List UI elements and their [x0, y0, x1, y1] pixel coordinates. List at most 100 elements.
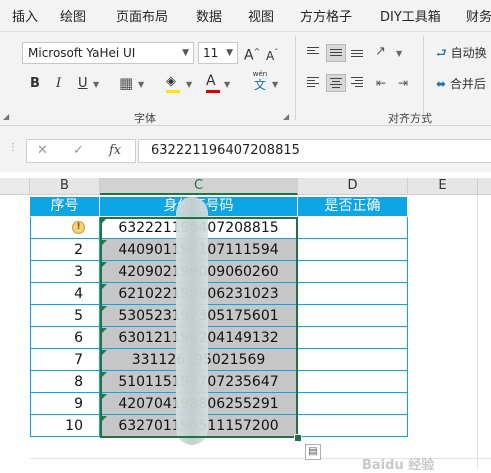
align-right-button[interactable] [348, 74, 368, 92]
cell-check[interactable] [298, 349, 408, 371]
align-middle-button[interactable] [326, 44, 346, 62]
select-all-corner[interactable] [0, 178, 30, 195]
wrap-text-label: 自动换 [450, 46, 487, 60]
cell-check[interactable] [298, 239, 408, 261]
cell-check[interactable] [298, 217, 408, 239]
cell-check[interactable] [298, 305, 408, 327]
chevron-down-icon[interactable]: ▼ [396, 46, 402, 62]
cell-no[interactable]: 6 [30, 327, 100, 349]
align-bottom-button[interactable] [348, 44, 368, 62]
phonetic-bottom: 文 [253, 78, 266, 92]
align-left-button[interactable] [304, 74, 324, 92]
column-header-c[interactable]: C [100, 178, 298, 195]
cell-no[interactable]: 2 [30, 239, 100, 261]
error-indicator-icon [101, 416, 107, 422]
column-header-f[interactable] [478, 178, 491, 195]
cell-no[interactable]: 8 [30, 371, 100, 393]
error-warning-icon[interactable]: ! [72, 221, 85, 234]
error-indicator-icon [101, 262, 107, 268]
menu-data[interactable]: 数据 [196, 6, 222, 25]
cell-check[interactable] [298, 415, 408, 437]
merge-center-button[interactable]: ⬌ 合并后 [436, 76, 486, 92]
chevron-down-icon[interactable]: ▼ [186, 77, 192, 93]
divider [423, 36, 424, 120]
cell-check[interactable] [298, 327, 408, 349]
cell-no[interactable]: 4 [30, 283, 100, 305]
chevron-down-icon[interactable]: ▼ [93, 77, 99, 93]
enter-button[interactable]: ✓ [73, 143, 84, 158]
cell-no[interactable]: 5 [30, 305, 100, 327]
merge-center-icon: ⬌ [436, 77, 447, 91]
column-header-e[interactable]: E [408, 178, 478, 195]
cell-no[interactable]: 3 [30, 261, 100, 283]
error-indicator-icon [101, 218, 107, 224]
insert-function-button[interactable]: fx [109, 143, 121, 158]
font-name-select[interactable]: Microsoft YaHei UI ▼ [22, 42, 194, 64]
error-indicator-icon [101, 350, 107, 356]
error-indicator-icon [101, 394, 107, 400]
orientation-icon[interactable]: ↗ [375, 44, 386, 60]
menu-view[interactable]: 视图 [248, 6, 274, 25]
chevron-down-icon[interactable]: ▼ [138, 77, 144, 93]
column-header-d[interactable]: D [298, 178, 408, 195]
align-center-button[interactable] [326, 74, 346, 92]
cell-no[interactable]: 7 [30, 349, 100, 371]
align-middle-icon [330, 49, 342, 58]
cell-check[interactable] [298, 393, 408, 415]
increase-indent-icon[interactable]: ⇥ [398, 75, 408, 91]
chevron-down-icon[interactable]: ▼ [224, 77, 230, 93]
column-header-b[interactable]: B [30, 178, 100, 195]
align-center-icon [330, 78, 342, 90]
underline-button[interactable]: U [78, 76, 88, 92]
ribbon: Microsoft YaHei UI ▼ 11 ▼ A^ Aˇ B I U ▼ … [0, 32, 491, 126]
cell-no[interactable]: 1 [30, 217, 100, 239]
shrink-font-button[interactable]: Aˇ [266, 45, 278, 64]
align-top-icon [307, 47, 319, 56]
shrink-font-label: A [266, 49, 275, 63]
merge-center-label: 合并后 [449, 77, 486, 91]
error-indicator-icon [101, 328, 107, 334]
bold-button[interactable]: B [30, 76, 40, 92]
cell-check[interactable] [298, 371, 408, 393]
chevron-down-icon[interactable]: ▼ [272, 77, 278, 93]
font-group-label: 字体 [134, 112, 156, 125]
font-size-value: 11 [203, 46, 219, 60]
header-cell-no[interactable]: 序号 [30, 197, 100, 216]
cell-no[interactable]: 10 [30, 415, 100, 437]
font-size-select[interactable]: 11 ▼ [198, 42, 238, 64]
grow-font-button[interactable]: A^ [244, 44, 260, 64]
dialog-launcher-icon[interactable]: ◢ [283, 112, 289, 121]
cancel-button[interactable]: ✕ [37, 143, 48, 158]
cell-check[interactable] [298, 261, 408, 283]
menu-page-layout[interactable]: 页面布局 [116, 6, 168, 25]
quick-analysis-icon[interactable]: ▤ [305, 444, 321, 460]
error-indicator-icon [101, 284, 107, 290]
watermark-text: Baidu 经验 [362, 458, 435, 473]
dialog-launcher-icon[interactable]: ◢ [3, 112, 9, 121]
italic-button[interactable]: I [56, 76, 61, 92]
menu-draw[interactable]: 绘图 [60, 6, 86, 25]
alignment-group-label: 对齐方式 [388, 112, 432, 125]
font-name-value: Microsoft YaHei UI [28, 46, 136, 60]
menu-diy-toolbox[interactable]: DIY工具箱 [380, 6, 441, 25]
privacy-blur-overlay [176, 197, 208, 445]
chevron-down-icon: ▼ [226, 48, 233, 58]
grow-font-label: A [244, 47, 254, 64]
align-top-button[interactable] [304, 44, 324, 62]
wrap-text-button[interactable]: ⮐ 自动换 [436, 45, 487, 61]
font-color-button[interactable]: A [206, 73, 220, 93]
border-icon[interactable]: ▦ [119, 75, 133, 91]
cell-check[interactable] [298, 283, 408, 305]
phonetic-button[interactable]: wén 文 [250, 70, 270, 92]
menu-insert[interactable]: 插入 [12, 6, 38, 25]
formula-actions: ✕ ✓ fx [26, 139, 136, 163]
menu-finance[interactable]: 财务 [466, 6, 491, 25]
cell-no[interactable]: 9 [30, 393, 100, 415]
formula-input[interactable]: 632221196407208815 [138, 139, 491, 163]
header-cell-check[interactable]: 是否正确 [298, 197, 408, 216]
menu-fangfang[interactable]: 方方格子 [300, 6, 352, 25]
decrease-indent-icon[interactable]: ⇤ [376, 75, 386, 91]
fill-handle[interactable] [294, 434, 302, 442]
fill-color-button[interactable]: ◈ [166, 74, 180, 93]
gridline [477, 195, 478, 469]
